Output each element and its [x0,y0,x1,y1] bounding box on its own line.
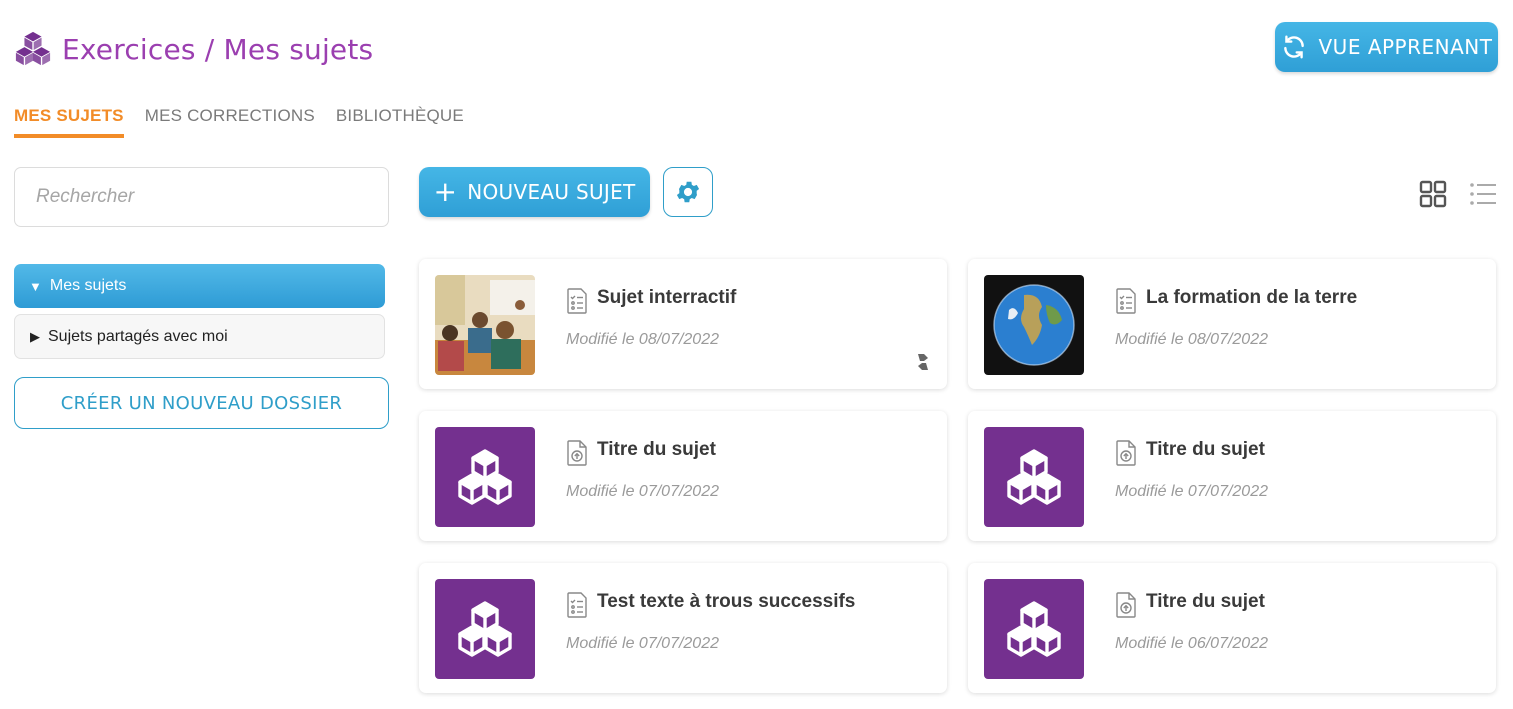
search-input[interactable] [36,186,388,208]
cubes-icon [1007,449,1061,505]
caret-right-icon: ▶ [30,328,40,344]
card-thumbnail [984,579,1084,679]
card-thumbnail [984,275,1084,375]
card-title: Sujet interractif [597,287,737,308]
cubes-icon [458,601,512,657]
new-subject-button[interactable]: + NOUVEAU SUJET [419,167,650,217]
page-header: Exercices / Mes sujets [14,30,373,68]
settings-button[interactable] [663,167,713,217]
document-type [566,288,588,319]
search-box [14,167,389,227]
folder-label: Mes sujets [49,277,127,294]
cubes-icon [1007,601,1061,657]
card-thumbnail [435,427,535,527]
document-type [1115,288,1137,319]
page-title: Exercices / Mes sujets [62,32,374,66]
upload-doc-icon [1116,440,1136,466]
card-title: Titre du sujet [597,439,716,460]
subject-card[interactable]: La formation de la terre Modifié le 08/07… [968,259,1496,389]
card-date: Modifié le 08/07/2022 [566,331,719,348]
list-view-icon[interactable] [1469,180,1497,208]
refresh-icon [1283,35,1304,59]
card-thumbnail [984,427,1084,527]
card-title: La formation de la terre [1146,287,1358,308]
subject-card[interactable]: Titre du sujet Modifié le 07/07/2022 [968,411,1496,541]
folder-sujets-partages[interactable]: ▶ Sujets partagés avec moi [14,314,385,359]
tab-mes-corrections[interactable]: MES CORRECTIONS [145,106,315,138]
upload-doc-icon [567,440,587,466]
checklist-doc-icon [1116,288,1136,314]
new-subject-label: NOUVEAU SUJET [467,180,636,204]
card-date: Modifié le 07/07/2022 [566,635,719,652]
create-folder-button[interactable]: CRÉER UN NOUVEAU DOSSIER [14,377,389,429]
card-date: Modifié le 07/07/2022 [1115,483,1268,500]
folder-mes-sujets[interactable]: ▼ Mes sujets [14,264,385,308]
subject-card[interactable]: Titre du sujet Modifié le 06/07/2022 [968,563,1496,693]
checklist-doc-icon [567,592,587,618]
grid-view-icon[interactable] [1419,180,1447,208]
subject-card[interactable]: Sujet interractif Modifié le 08/07/2022 [419,259,947,389]
card-thumbnail [435,579,535,679]
earth-thumbnail [984,275,1084,375]
tab-bar: MES SUJETS MES CORRECTIONS BIBLIOTHÈQUE [14,106,464,138]
card-title: Titre du sujet [1146,591,1265,612]
document-type [1115,440,1137,471]
folder-label: Sujets partagés avec moi [48,327,228,345]
subject-card[interactable]: Test texte à trous successifs Modifié le … [419,563,947,693]
tab-bibliotheque[interactable]: BIBLIOTHÈQUE [336,106,464,138]
cubes-icon [15,31,51,66]
classroom-thumbnail [435,275,535,375]
caret-down-icon: ▼ [29,278,42,294]
document-type [566,440,588,471]
tab-mes-sujets[interactable]: MES SUJETS [14,106,124,138]
document-type [566,592,588,623]
shared-icon [918,354,928,370]
upload-doc-icon [1116,592,1136,618]
card-title: Titre du sujet [1146,439,1265,460]
plus-icon: + [433,175,458,208]
shared-indicator [916,352,930,377]
card-date: Modifié le 06/07/2022 [1115,635,1268,652]
card-title: Test texte à trous successifs [597,591,856,612]
gear-icon [676,181,700,203]
card-date: Modifié le 08/07/2022 [1115,331,1268,348]
cubes-icon [458,449,512,505]
card-date: Modifié le 07/07/2022 [566,483,719,500]
checklist-doc-icon [567,288,587,314]
learner-view-button[interactable]: VUE APPRENANT [1275,22,1498,72]
learner-view-label: VUE APPRENANT [1318,35,1493,59]
card-thumbnail [435,275,535,375]
document-type [1115,592,1137,623]
subject-card[interactable]: Titre du sujet Modifié le 07/07/2022 [419,411,947,541]
